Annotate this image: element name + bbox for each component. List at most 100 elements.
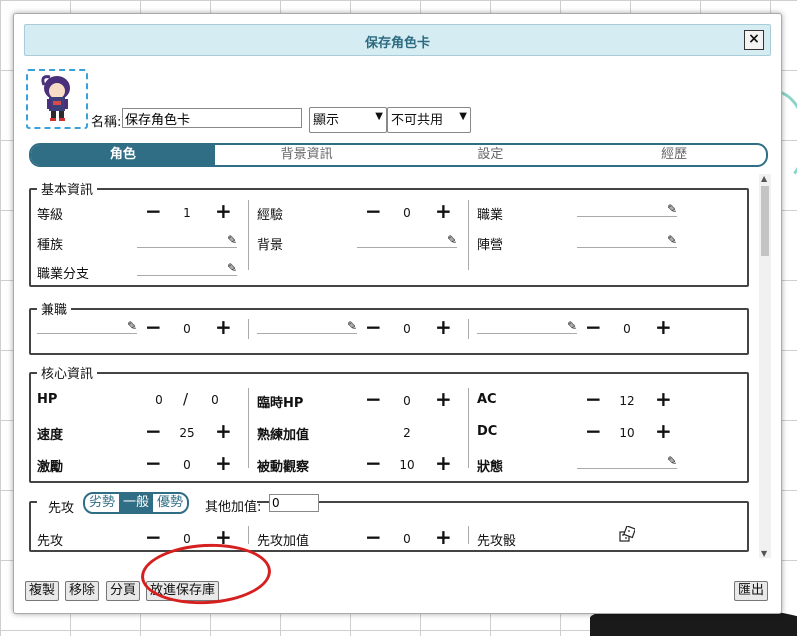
subclass-field[interactable]	[137, 261, 237, 276]
split-button[interactable]: 分頁	[106, 581, 141, 601]
dice-icon[interactable]	[619, 526, 635, 542]
level-label: 等級	[37, 208, 64, 223]
character-card-dialog: 保存角色卡 × 名稱: 顯示 ▼ 不可共用 ▼ 角色 背景資訊 設定 經歷	[13, 13, 782, 614]
level-minus-button[interactable]: −	[145, 201, 162, 221]
ac-minus-button[interactable]: −	[585, 389, 602, 409]
other-bonus-label: 其他加值:	[205, 500, 262, 515]
pencil-icon[interactable]: ✎	[227, 233, 237, 247]
initiative-bonus-minus-button[interactable]: −	[365, 527, 382, 547]
race-field[interactable]	[137, 233, 237, 248]
pencil-icon[interactable]: ✎	[667, 202, 677, 216]
column-divider	[248, 526, 249, 544]
section-legend: 兼職	[41, 303, 68, 318]
tab-history[interactable]: 經歷	[582, 145, 766, 165]
pencil-icon[interactable]: ✎	[347, 319, 357, 333]
proficiency-value: 2	[403, 426, 411, 440]
background-label: 背景	[257, 238, 284, 253]
inspiration-label: 激勵	[37, 460, 64, 475]
multiclass-1-minus-button[interactable]: −	[145, 317, 162, 337]
column-divider	[248, 388, 249, 468]
export-button[interactable]: 匯出	[734, 581, 769, 601]
tab-background-info[interactable]: 背景資訊	[215, 145, 399, 165]
exp-label: 經驗	[257, 208, 284, 223]
inspiration-value: 0	[183, 458, 191, 472]
multiclass-1-plus-button[interactable]: +	[215, 317, 232, 337]
scroll-up-icon[interactable]: ▲	[761, 174, 767, 183]
status-field[interactable]	[577, 454, 677, 469]
name-input[interactable]	[122, 108, 302, 128]
mode-disadvantage[interactable]: 劣勢	[85, 494, 119, 512]
temp-hp-plus-button[interactable]: +	[435, 389, 452, 409]
temp-hp-value: 0	[403, 394, 411, 408]
dc-value: 10	[619, 426, 635, 440]
initiative-bonus-label: 先攻加值	[257, 534, 310, 549]
multiclass-field-2[interactable]	[257, 319, 357, 334]
multiclass-field-1[interactable]	[37, 319, 137, 334]
hp-current-value[interactable]: 0	[147, 393, 171, 407]
exp-plus-button[interactable]: +	[435, 201, 452, 221]
tab-character[interactable]: 角色	[31, 145, 215, 165]
share-select[interactable]: 不可共用 ▼	[387, 107, 471, 133]
pencil-icon[interactable]: ✎	[667, 233, 677, 247]
level-value: 1	[183, 206, 191, 220]
exp-minus-button[interactable]: −	[365, 201, 382, 221]
dc-plus-button[interactable]: +	[655, 421, 672, 441]
scroll-down-icon[interactable]: ▼	[761, 549, 767, 558]
initiative-minus-button[interactable]: −	[145, 527, 162, 547]
level-plus-button[interactable]: +	[215, 201, 232, 221]
multiclass-2-plus-button[interactable]: +	[435, 317, 452, 337]
column-divider	[248, 200, 249, 270]
passive-minus-button[interactable]: −	[365, 453, 382, 473]
other-bonus-input[interactable]	[269, 494, 319, 512]
visibility-select[interactable]: 顯示 ▼	[309, 107, 387, 133]
copy-button[interactable]: 複製	[25, 581, 60, 601]
ac-plus-button[interactable]: +	[655, 389, 672, 409]
column-divider	[468, 200, 469, 270]
dc-label: DC	[477, 424, 498, 439]
content-scrollbar[interactable]: ▲ ▼	[759, 174, 771, 558]
multiclass-3-plus-button[interactable]: +	[655, 317, 672, 337]
initiative-dice-label: 先攻骰	[477, 534, 517, 549]
dc-minus-button[interactable]: −	[585, 421, 602, 441]
status-label: 狀態	[477, 460, 504, 475]
multiclass-3-minus-button[interactable]: −	[585, 317, 602, 337]
multiclass-2-minus-button[interactable]: −	[365, 317, 382, 337]
ac-label: AC	[477, 392, 497, 407]
pencil-icon[interactable]: ✎	[127, 319, 137, 333]
mode-normal[interactable]: 一般	[119, 494, 154, 512]
pencil-icon[interactable]: ✎	[567, 319, 577, 333]
background-field[interactable]	[357, 233, 457, 248]
initiative-bonus-plus-button[interactable]: +	[435, 527, 452, 547]
pencil-icon[interactable]: ✎	[667, 454, 677, 468]
inspiration-minus-button[interactable]: −	[145, 453, 162, 473]
class-label: 職業	[477, 208, 504, 223]
tab-settings[interactable]: 設定	[399, 145, 583, 165]
passive-perception-label: 被動觀察	[257, 460, 310, 475]
remove-button[interactable]: 移除	[65, 581, 100, 601]
speed-plus-button[interactable]: +	[215, 421, 232, 441]
multiclass-field-3[interactable]	[477, 319, 577, 334]
speed-minus-button[interactable]: −	[145, 421, 162, 441]
visibility-select-value: 顯示	[313, 113, 340, 128]
close-icon[interactable]: ×	[744, 30, 764, 50]
chevron-down-icon: ▼	[375, 111, 383, 122]
temp-hp-minus-button[interactable]: −	[365, 389, 382, 409]
dialog-title: 保存角色卡	[364, 36, 430, 51]
scrollbar-thumb[interactable]	[761, 186, 769, 256]
share-select-value: 不可共用	[391, 113, 444, 128]
pencil-icon[interactable]: ✎	[447, 233, 457, 247]
avatar-image	[41, 75, 70, 121]
pencil-icon[interactable]: ✎	[227, 261, 237, 275]
alignment-field[interactable]	[577, 233, 677, 248]
multiclass-3-value: 0	[623, 322, 631, 336]
inspiration-plus-button[interactable]: +	[215, 453, 232, 473]
avatar[interactable]	[26, 69, 88, 129]
column-divider	[468, 319, 469, 339]
hp-max-value[interactable]: 0	[203, 393, 227, 407]
passive-plus-button[interactable]: +	[435, 453, 452, 473]
initiative-legend: 先攻	[48, 501, 75, 516]
class-field[interactable]	[577, 202, 677, 217]
mode-advantage[interactable]: 優勢	[153, 494, 187, 512]
speed-value: 25	[179, 426, 195, 440]
name-label: 名稱:	[91, 115, 122, 130]
